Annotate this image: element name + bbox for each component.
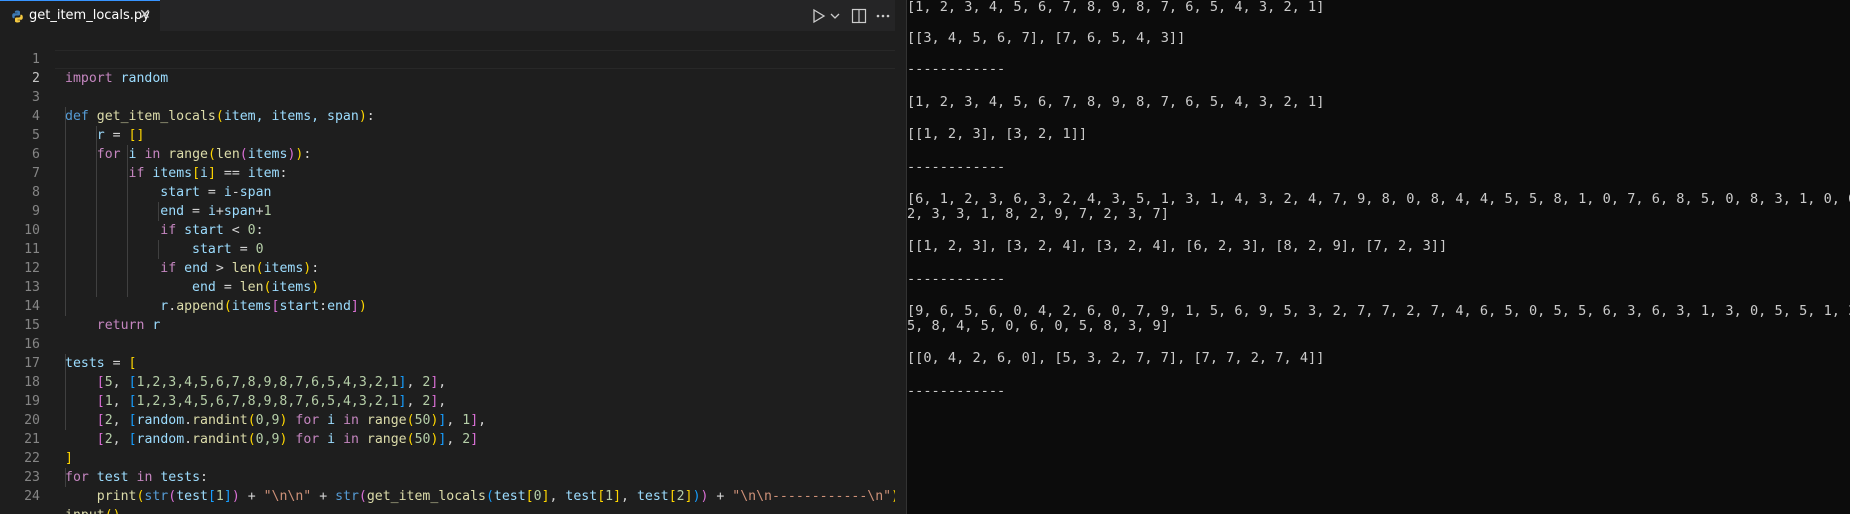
console-line: 5, 8, 4, 5, 0, 6, 0, 5, 8, 3, 9] (907, 318, 1169, 334)
token: test (636, 489, 669, 504)
code-line: 1 import random (0, 31, 895, 86)
code-line: 21 ] (0, 411, 895, 466)
pane-divider[interactable] (895, 0, 907, 514)
console-line: ------------ (907, 271, 1006, 287)
console-line: [[0, 4, 2, 6, 0], [5, 3, 2, 7, 7], [7, 7… (907, 350, 1325, 366)
token: test (493, 489, 526, 504)
token: "\n\n------------\n" (732, 489, 892, 504)
token: print (96, 489, 137, 504)
code-line: 5 for i in range(len(items)): (0, 107, 895, 162)
token: test (565, 489, 598, 504)
close-icon[interactable]: ✕ (139, 7, 151, 23)
console-line: [[3, 4, 5, 6, 7], [7, 6, 5, 4, 3]] (907, 30, 1186, 46)
token: str (144, 489, 169, 504)
code-line: 23 print(str(test[1]) + "\n\n" + str(get… (0, 449, 895, 504)
token: 1 (215, 489, 224, 504)
token: 2 (676, 489, 685, 504)
console-line: [9, 6, 5, 6, 0, 4, 2, 6, 0, 7, 9, 1, 5, … (907, 303, 1850, 319)
editor-tab[interactable]: get_item_locals.py ✕ (0, 0, 160, 31)
code-line: 2 (0, 50, 895, 86)
code-line: 17 [5, [1,2,3,4,5,6,7,8,9,8,7,6,5,4,3,2,… (0, 335, 895, 390)
console-line: ------------ (907, 159, 1006, 175)
code-line: 11 if end > len(items): (0, 221, 895, 276)
play-icon[interactable] (810, 6, 828, 26)
code-line: 16 tests = [ (0, 316, 895, 371)
line-number: 24 (24, 489, 40, 504)
code-line: 10 start = 0 (0, 202, 895, 257)
console-line: 2, 3, 3, 1, 8, 2, 9, 7, 2, 3, 7] (907, 206, 1169, 222)
token: input (65, 508, 105, 514)
editor-tab-bar: get_item_locals.py ✕ (0, 0, 895, 31)
code-line: 4 r = [] (0, 88, 895, 143)
token: 0 (533, 489, 542, 504)
console-line: [[1, 2, 3], [3, 2, 1]] (907, 126, 1088, 142)
line-code: input() (65, 506, 121, 514)
tab-title: get_item_locals.py (29, 8, 150, 23)
code-line: 19 [2, [random.randint(0,9) for i in ran… (0, 373, 895, 428)
code-line: 15 (0, 297, 895, 333)
console-line: [6, 1, 2, 3, 6, 3, 2, 4, 3, 5, 1, 3, 1, … (907, 191, 1850, 207)
code-line: 18 [1, [1,2,3,4,5,6,7,8,9,8,7,6,5,4,3,2,… (0, 354, 895, 409)
token: 1 (605, 489, 614, 504)
token: "\n\n" (263, 489, 312, 504)
code-line: 9 if start < 0: (0, 183, 895, 238)
console-line: [1, 2, 3, 4, 5, 6, 7, 8, 9, 8, 7, 6, 5, … (907, 94, 1325, 110)
token: get_item_locals (366, 489, 486, 504)
line-code: print(str(test[1]) + "\n\n" + str(get_it… (96, 489, 895, 504)
chevron-down-icon[interactable] (829, 6, 841, 26)
code-line: 20 [2, [random.randint(0,9) for i in ran… (0, 392, 895, 447)
code-line: 22 for test in tests: (0, 430, 895, 485)
code-line: 12 end = len(items) (0, 240, 895, 295)
code-line: 7 start = i-span (0, 145, 895, 200)
console-line: [[1, 2, 3], [3, 2, 4], [3, 2, 4], [6, 2,… (907, 238, 1448, 254)
console-line: [1, 2, 3, 4, 5, 6, 7, 8, 9, 8, 7, 6, 5, … (907, 0, 1325, 15)
code-line: 6 if items[i] == item: (0, 126, 895, 181)
console-line: ------------ (907, 383, 1006, 399)
code-line: 13 r.append(items[start:end]) (0, 259, 895, 314)
code-line: 3 def get_item_locals(item, items, span)… (0, 69, 895, 124)
ellipsis-icon[interactable] (875, 6, 891, 26)
code-line: 8 end = i+span+1 (0, 164, 895, 219)
code-editor[interactable]: get_item_locals.py ✕ 1 import random 2 3… (0, 0, 895, 514)
code-line: 14 return r (0, 278, 895, 333)
split-editor-icon[interactable] (850, 6, 868, 26)
code-line: 24 input() (0, 468, 895, 514)
console-output[interactable]: [1, 2, 3, 4, 5, 6, 7, 8, 9, 8, 7, 6, 5, … (907, 0, 1850, 514)
token: test (176, 489, 208, 504)
token: str (335, 489, 359, 504)
code-area[interactable]: 1 import random 2 3 def get_item_locals(… (0, 31, 895, 514)
console-line: ------------ (907, 61, 1006, 77)
python-file-icon (12, 10, 23, 23)
